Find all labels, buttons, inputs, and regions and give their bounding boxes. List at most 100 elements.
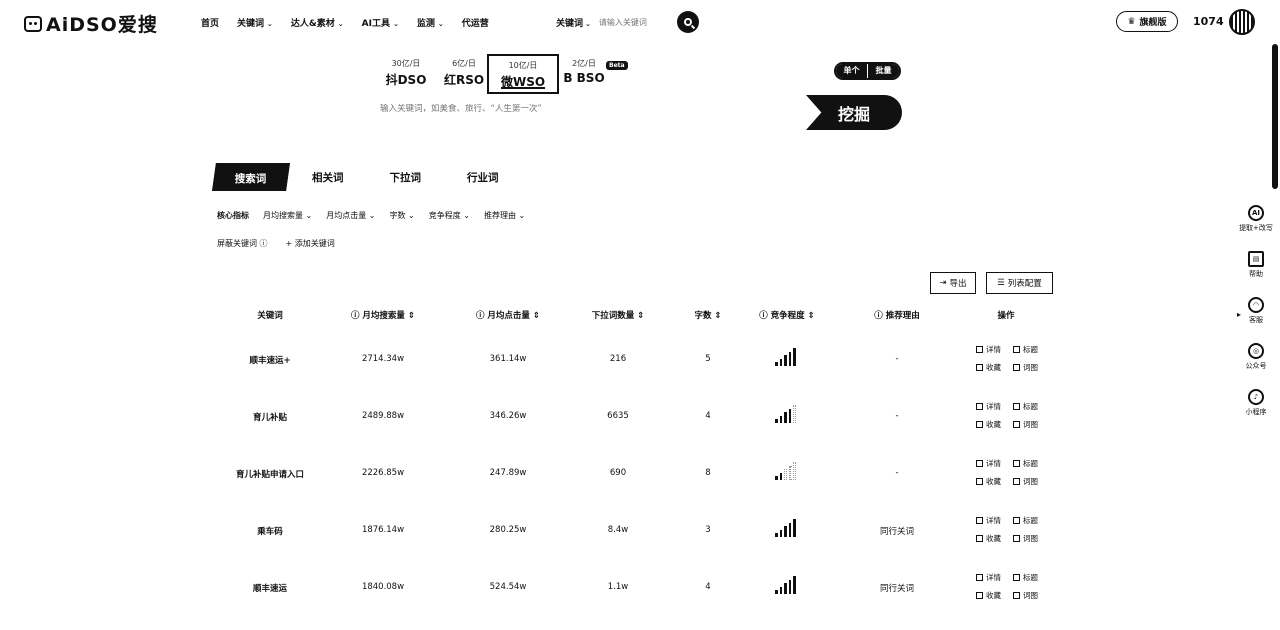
cell-keyword[interactable]: 顺丰速运 (253, 582, 287, 594)
sort-icon[interactable]: ⇕ (634, 311, 644, 321)
action-chart[interactable]: 词图 (1013, 419, 1038, 430)
mode-batch[interactable]: 批量 (867, 64, 899, 78)
action-detail[interactable]: 详情 (976, 515, 1001, 526)
cell-keyword[interactable]: 顺丰速运+ (249, 354, 290, 366)
competition-bars (775, 517, 799, 537)
competition-bar (784, 355, 787, 366)
engine-tab-2[interactable]: 10亿/日 微WSO (487, 54, 559, 94)
action-tag[interactable]: 标题 (1013, 515, 1038, 526)
star-icon (976, 364, 983, 371)
scrollbar[interactable] (1272, 44, 1278, 189)
action-favorite[interactable]: 收藏 (976, 476, 1001, 487)
nav-item-0[interactable]: 首页 (201, 16, 219, 29)
tag-icon (1013, 517, 1020, 524)
action-label: 详情 (986, 573, 1001, 582)
action-label: 收藏 (986, 591, 1001, 600)
exclude-keywords[interactable]: 屏蔽关键词 ⓘ (217, 238, 268, 249)
action-detail[interactable]: 详情 (976, 572, 1001, 583)
nav-item-4[interactable]: 监测 ⌄ (417, 16, 444, 29)
cell-keyword[interactable]: 乘车码 (257, 525, 283, 537)
cell-keyword[interactable]: 育儿补贴 (253, 411, 287, 423)
action-favorite[interactable]: 收藏 (976, 590, 1001, 601)
column-header-6[interactable]: ⓘ 推荐理由 (874, 309, 919, 321)
action-detail[interactable]: 详情 (976, 458, 1001, 469)
action-tag[interactable]: 标题 (1013, 572, 1038, 583)
sort-icon[interactable]: ⇕ (405, 311, 415, 321)
sort-icon[interactable]: ⇕ (805, 311, 815, 321)
mode-single[interactable]: 单个 (836, 64, 867, 78)
sidebar-label: 客服 (1249, 316, 1263, 324)
filter-dropdown-1[interactable]: 月均搜索量 ⌄ (263, 210, 312, 221)
column-header-1[interactable]: ⓘ 月均搜索量 ⇕ (351, 309, 415, 321)
user-avatar[interactable] (1229, 9, 1255, 35)
header-search-type-select[interactable]: 关键词 ⌄ (556, 16, 591, 29)
nav-item-5[interactable]: 代运营 (462, 16, 489, 29)
vip-label: 旗舰版 (1139, 18, 1167, 28)
sidebar-item-0[interactable]: AI 提取+改写 (1232, 205, 1280, 233)
sidebar-collapse-icon[interactable]: ▸ (1237, 310, 1241, 319)
competition-bar (775, 362, 778, 366)
brand-logo[interactable]: AiDSO爱搜 (24, 10, 158, 37)
action-label: 标题 (1023, 459, 1038, 468)
tab-3[interactable]: 行业词 (467, 170, 499, 185)
competition-bar (793, 348, 796, 366)
mode-toggle[interactable]: 单个 批量 (834, 62, 901, 80)
list-icon (976, 403, 983, 410)
competition-bar (788, 522, 791, 537)
nav-item-2[interactable]: 达人&素材 ⌄ (291, 16, 344, 29)
main-search-input[interactable] (380, 104, 780, 114)
action-favorite[interactable]: 收藏 (976, 533, 1001, 544)
info-icon: ⓘ (874, 311, 886, 321)
column-header-4[interactable]: 字数 ⇕ (694, 309, 721, 321)
header-search-input[interactable] (598, 18, 671, 27)
action-label: 词图 (1023, 363, 1038, 372)
vip-button[interactable]: ♛ 旗舰版 (1116, 11, 1178, 32)
cell-reason: - (895, 354, 899, 364)
tab-0[interactable]: 搜索词 (212, 163, 290, 191)
column-config-button[interactable]: ☰ 列表配置 (986, 272, 1053, 294)
sidebar-item-4[interactable]: ♪ 小程序 (1232, 389, 1280, 417)
action-label: 详情 (986, 516, 1001, 525)
tab-1[interactable]: 相关词 (312, 170, 344, 185)
sort-icon[interactable]: ⇕ (711, 311, 721, 321)
filter-dropdown-3[interactable]: 字数 ⌄ (390, 210, 415, 221)
filter-dropdown-4[interactable]: 竞争程度 ⌄ (429, 210, 470, 221)
export-button[interactable]: ⇥ 导出 (930, 272, 976, 294)
add-keyword-button[interactable]: + 添加关键词 (286, 238, 335, 249)
cell-keyword[interactable]: 育儿补贴申请入口 (236, 468, 304, 480)
sidebar-item-1[interactable]: ▤ 帮助 (1232, 251, 1280, 279)
brand-name: AiDSO爱搜 (46, 14, 158, 36)
table-row: 顺丰速运+ 2714.34w 361.14w 216 5 - 详情 标题 收藏 词图 (215, 340, 1065, 380)
column-header-5[interactable]: ⓘ 竞争程度 ⇕ (759, 309, 815, 321)
engine-tab-0[interactable]: 30亿/日 抖DSO (374, 54, 438, 88)
miniprogram-icon: ♪ (1248, 389, 1264, 405)
info-icon: ⓘ (475, 311, 488, 321)
filter-dropdown-2[interactable]: 月均点击量 ⌄ (326, 210, 375, 221)
competition-bar (788, 408, 791, 423)
sort-icon[interactable]: ⇕ (530, 311, 540, 321)
nav-item-3[interactable]: AI工具 ⌄ (362, 16, 399, 29)
action-tag[interactable]: 标题 (1013, 344, 1038, 355)
action-tag[interactable]: 标题 (1013, 401, 1038, 412)
action-detail[interactable]: 详情 (976, 401, 1001, 412)
sidebar-item-3[interactable]: ◎ 公众号 (1232, 343, 1280, 371)
filter-dropdown-5[interactable]: 推荐理由 ⌄ (484, 210, 525, 221)
action-favorite[interactable]: 收藏 (976, 419, 1001, 430)
action-chart[interactable]: 词图 (1013, 533, 1038, 544)
column-header-2[interactable]: ⓘ 月均点击量 ⇕ (476, 309, 540, 321)
tab-2[interactable]: 下拉词 (390, 170, 422, 185)
nav-item-1[interactable]: 关键词 ⌄ (237, 16, 273, 29)
action-tag[interactable]: 标题 (1013, 458, 1038, 469)
filter-text: 字数 (389, 211, 406, 220)
dig-button[interactable]: 挖掘 (806, 95, 902, 130)
action-chart[interactable]: 词图 (1013, 362, 1038, 373)
main-nav: 首页 关键词 ⌄ 达人&素材 ⌄ AI工具 ⌄ 监测 ⌄ 代运营 (201, 16, 507, 29)
action-label: 详情 (986, 345, 1001, 354)
header-search-button[interactable] (677, 11, 699, 33)
action-chart[interactable]: 词图 (1013, 590, 1038, 601)
action-favorite[interactable]: 收藏 (976, 362, 1001, 373)
action-detail[interactable]: 详情 (976, 344, 1001, 355)
list-icon (976, 346, 983, 353)
action-chart[interactable]: 词图 (1013, 476, 1038, 487)
column-header-3[interactable]: 下拉词数量 ⇕ (592, 309, 645, 321)
